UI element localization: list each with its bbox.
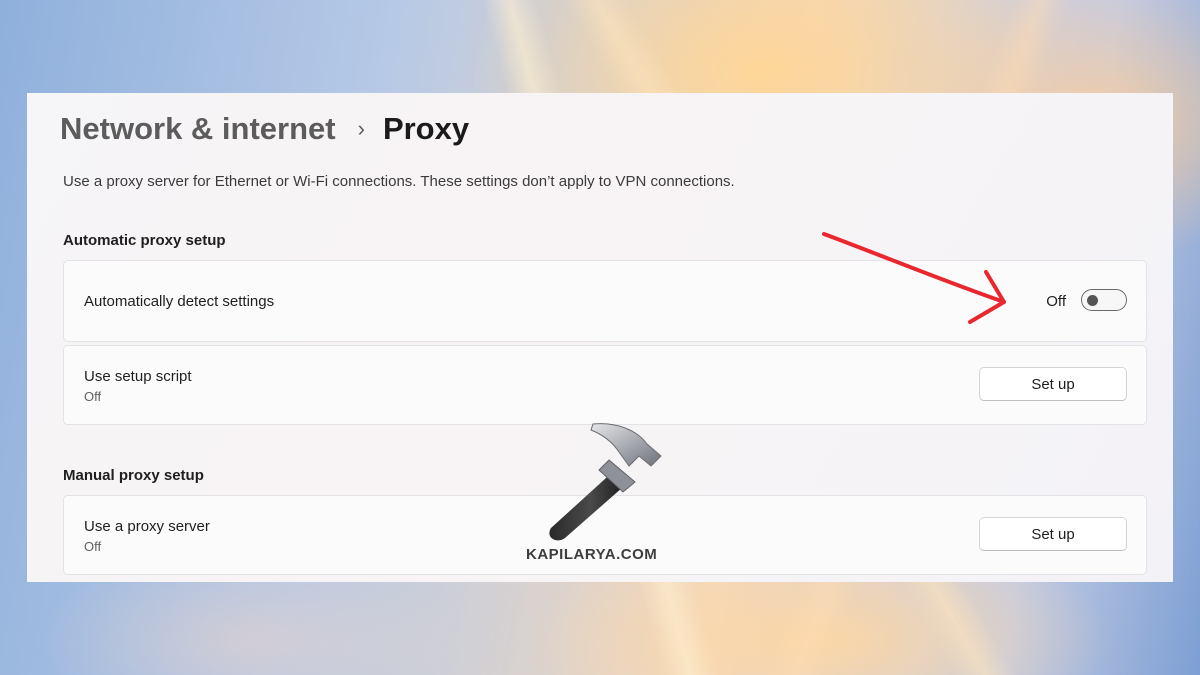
setup-script-label: Use setup script bbox=[84, 368, 192, 385]
breadcrumb-network-internet[interactable]: Network & internet bbox=[60, 111, 336, 147]
setting-card-proxy-server: Use a proxy server Off Set up bbox=[63, 495, 1147, 575]
setup-script-set-up-button[interactable]: Set up bbox=[979, 367, 1127, 401]
proxy-server-status: Off bbox=[84, 539, 102, 554]
section-heading-manual: Manual proxy setup bbox=[63, 467, 204, 484]
auto-detect-label: Automatically detect settings bbox=[84, 293, 275, 310]
toggle-knob bbox=[1087, 295, 1098, 306]
proxy-server-label: Use a proxy server bbox=[84, 518, 210, 535]
page-title: Proxy bbox=[382, 111, 470, 146]
proxy-server-set-up-button[interactable]: Set up bbox=[979, 517, 1127, 551]
setup-script-status: Off bbox=[84, 389, 102, 404]
setting-card-setup-script: Use setup script Off Set up bbox=[63, 345, 1147, 425]
page-description: Use a proxy server for Ethernet or Wi-Fi… bbox=[63, 173, 735, 190]
auto-detect-toggle[interactable] bbox=[1081, 289, 1127, 311]
chevron-right-icon: › bbox=[357, 116, 365, 141]
watermark-logo-text: KAPILARYA.COM bbox=[526, 546, 658, 563]
breadcrumb: Network & internet › Proxy bbox=[60, 107, 469, 151]
settings-panel: Network & internet › Proxy Use a proxy s… bbox=[27, 93, 1173, 582]
auto-detect-state-label: Off bbox=[1046, 293, 1066, 310]
section-heading-automatic: Automatic proxy setup bbox=[63, 232, 226, 249]
setting-card-auto-detect: Automatically detect settings Off bbox=[63, 260, 1147, 342]
